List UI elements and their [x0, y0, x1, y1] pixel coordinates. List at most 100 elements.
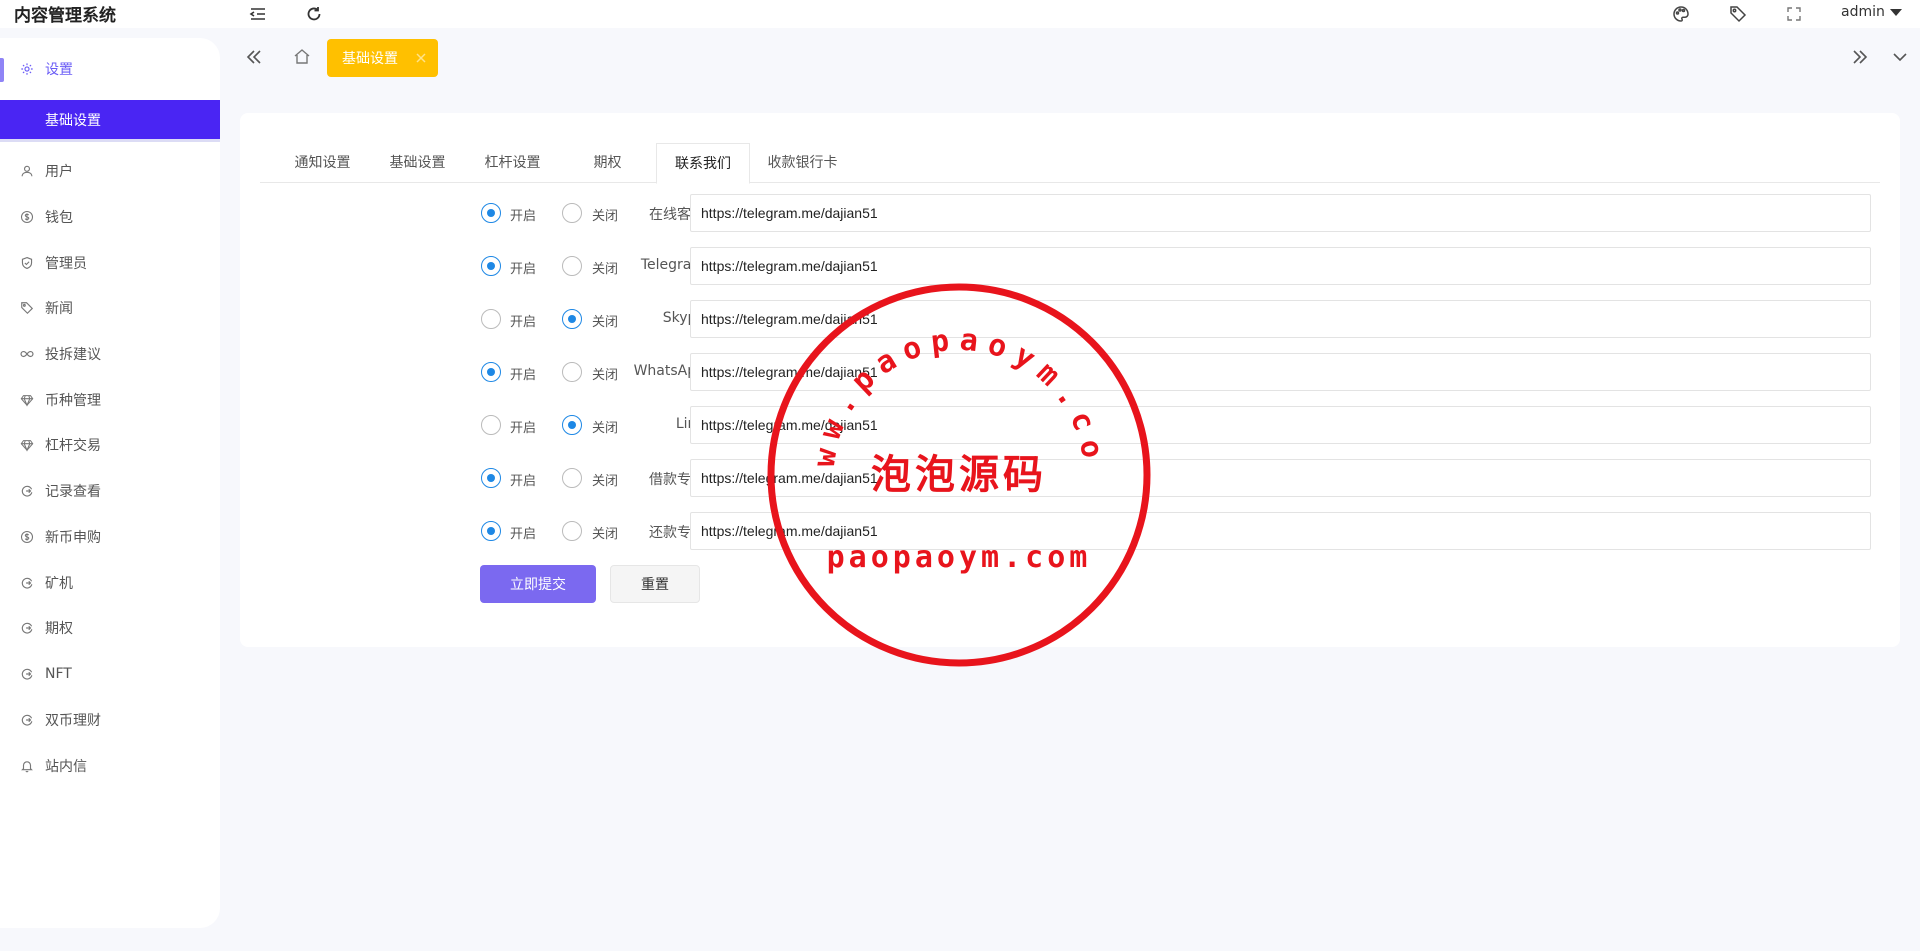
close-icon[interactable]	[414, 51, 428, 65]
settings-tabs: 通知设置 基础设置 杠杆设置 期权 联系我们 收款银行卡	[260, 143, 1880, 184]
radio-on-label[interactable]: 开启	[510, 417, 536, 436]
tab-label: 基础设置	[342, 51, 398, 67]
tab-leverage-settings[interactable]: 杠杆设置	[470, 143, 555, 183]
tab-notify-settings[interactable]: 通知设置	[280, 143, 365, 183]
radio-on-label[interactable]: 开启	[510, 258, 536, 277]
radio-on[interactable]	[481, 309, 501, 329]
tab-contact-us[interactable]: 联系我们	[656, 143, 750, 184]
tab-basic-settings[interactable]: 基础设置	[327, 39, 438, 77]
sidebar-item-label: 记录查看	[45, 484, 101, 500]
admin-user-menu[interactable]: admin	[1841, 4, 1885, 20]
sidebar-item-label: 新闻	[45, 301, 73, 317]
circle-arrow-icon	[20, 621, 34, 635]
sidebar-item-label: 钱包	[45, 210, 73, 226]
sidebar-item[interactable]: 杠杆交易	[0, 425, 220, 465]
sidebar-item-label: 双币理财	[45, 713, 101, 729]
contact-url-input[interactable]: https://telegram.me/dajian51	[690, 512, 1871, 550]
contact-row: Skype 开启 关闭 https://telegram.me/dajian51	[240, 300, 1900, 338]
radio-off-label[interactable]: 关闭	[592, 523, 618, 542]
sidebar-item-label: 投拆建议	[45, 347, 101, 363]
sidebar-item[interactable]: 站内信	[0, 746, 220, 786]
settings-card: 通知设置 基础设置 杠杆设置 期权 联系我们 收款银行卡 在线客服 开启 关闭 htt…	[240, 113, 1900, 647]
sidebar-item-label: 期权	[45, 621, 73, 637]
radio-on[interactable]	[481, 468, 501, 488]
radio-on-label[interactable]: 开启	[510, 470, 536, 489]
radio-on[interactable]	[481, 203, 501, 223]
contact-url-input[interactable]: https://telegram.me/dajian51	[690, 194, 1871, 232]
contact-url-input[interactable]: https://telegram.me/dajian51	[690, 300, 1871, 338]
radio-off[interactable]	[562, 256, 582, 276]
shield-icon	[20, 256, 34, 270]
contact-row: Telegram 开启 关闭 https://telegram.me/dajian51	[240, 247, 1900, 285]
circle-arrow-icon	[20, 667, 34, 681]
radio-off[interactable]	[562, 203, 582, 223]
radio-off-label[interactable]: 关闭	[592, 311, 618, 330]
radio-off-label[interactable]: 关闭	[592, 258, 618, 277]
double-chevron-right-icon[interactable]	[1849, 46, 1871, 68]
radio-off[interactable]	[562, 521, 582, 541]
sidebar-item-label: 杠杆交易	[45, 438, 101, 454]
radio-on[interactable]	[481, 256, 501, 276]
sidebar: 设置 基础设置 用户钱包管理员新闻投拆建议币种管理杠杆交易记录查看新币申购矿机期…	[0, 38, 220, 928]
sidebar-item[interactable]: 钱包	[0, 197, 220, 237]
menu-fold-icon[interactable]	[248, 4, 268, 24]
sidebar-item-settings[interactable]: 设置	[0, 48, 220, 90]
radio-on-label[interactable]: 开启	[510, 205, 536, 224]
radio-off[interactable]	[562, 309, 582, 329]
home-icon[interactable]	[291, 46, 313, 68]
contact-row: 还款专员 开启 关闭 https://telegram.me/dajian51	[240, 512, 1900, 550]
contact-url-input[interactable]: https://telegram.me/dajian51	[690, 353, 1871, 391]
radio-on[interactable]	[481, 415, 501, 435]
sidebar-item[interactable]: 矿机	[0, 563, 220, 603]
tab-bank-card[interactable]: 收款银行卡	[755, 143, 850, 183]
contact-row: 在线客服 开启 关闭 https://telegram.me/dajian51	[240, 194, 1900, 232]
radio-on-label[interactable]: 开启	[510, 364, 536, 383]
tab-options[interactable]: 期权	[565, 143, 650, 183]
contact-url-input[interactable]: https://telegram.me/dajian51	[690, 459, 1871, 497]
radio-off-label[interactable]: 关闭	[592, 364, 618, 383]
chevron-down-icon[interactable]	[1889, 46, 1911, 68]
circle-arrow-icon	[20, 484, 34, 498]
radio-off[interactable]	[562, 415, 582, 435]
circle-arrow-icon	[20, 713, 34, 727]
sidebar-item[interactable]: 双币理财	[0, 700, 220, 740]
sidebar-item[interactable]: 期权	[0, 608, 220, 648]
radio-off-label[interactable]: 关闭	[592, 417, 618, 436]
submit-button[interactable]: 立即提交	[480, 565, 596, 603]
radio-off[interactable]	[562, 362, 582, 382]
reset-button[interactable]: 重置	[610, 565, 700, 603]
palette-icon[interactable]	[1671, 4, 1691, 24]
tab-basic-settings[interactable]: 基础设置	[375, 143, 460, 183]
sidebar-subitem-basic-settings[interactable]: 基础设置	[0, 100, 220, 142]
contact-row: 借款专员 开启 关闭 https://telegram.me/dajian51	[240, 459, 1900, 497]
dollar-icon	[20, 530, 34, 544]
contact-url-input[interactable]: https://telegram.me/dajian51	[690, 406, 1871, 444]
app-title: 内容管理系统	[14, 6, 116, 26]
fullscreen-icon[interactable]	[1784, 4, 1804, 24]
sidebar-item[interactable]: 投拆建议	[0, 334, 220, 374]
radio-off-label[interactable]: 关闭	[592, 470, 618, 489]
diamond-icon	[20, 393, 34, 407]
tag-icon[interactable]	[1728, 4, 1748, 24]
sidebar-item[interactable]: 记录查看	[0, 471, 220, 511]
sidebar-item[interactable]: 新币申购	[0, 517, 220, 557]
sidebar-item-label: 矿机	[45, 576, 73, 592]
radio-off-label[interactable]: 关闭	[592, 205, 618, 224]
radio-off[interactable]	[562, 468, 582, 488]
sidebar-item-label: 用户	[45, 164, 73, 180]
double-chevron-left-icon[interactable]	[243, 46, 265, 68]
sidebar-item[interactable]: 新闻	[0, 288, 220, 328]
sidebar-item[interactable]: 用户	[0, 151, 220, 191]
sidebar-item[interactable]: 币种管理	[0, 380, 220, 420]
sidebar-item[interactable]: NFT	[0, 654, 220, 694]
sidebar-item-label: NFT	[45, 666, 72, 682]
sidebar-item[interactable]: 管理员	[0, 243, 220, 283]
chevron-down-icon[interactable]	[1890, 9, 1902, 16]
contact-row: Line开启关闭https://telegram.me/dajian51	[240, 406, 1900, 444]
radio-on[interactable]	[481, 362, 501, 382]
radio-on[interactable]	[481, 521, 501, 541]
contact-url-input[interactable]: https://telegram.me/dajian51	[690, 247, 1871, 285]
radio-on-label[interactable]: 开启	[510, 523, 536, 542]
refresh-icon[interactable]	[304, 4, 324, 24]
radio-on-label[interactable]: 开启	[510, 311, 536, 330]
